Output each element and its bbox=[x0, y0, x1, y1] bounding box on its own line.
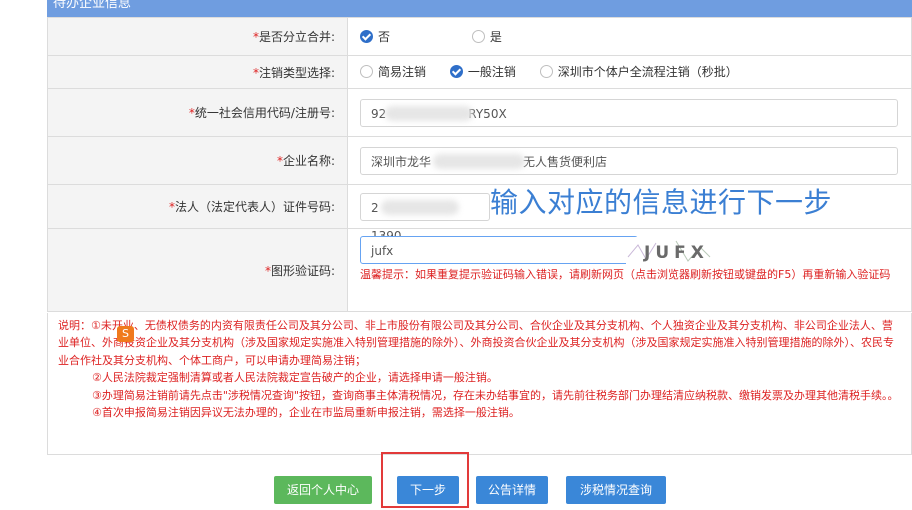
note-paragraph-2: ②人民法院裁定强制清算或者人民法院裁定宣告破产的企业，请选择申请一般注销。 bbox=[92, 371, 498, 385]
company-name-input[interactable]: 深圳市龙华 无人售货便利店 bbox=[360, 146, 898, 175]
note-paragraph-4: ④首次申报简易注销因异议无法办理的，企业在市监局重新申报注销，需选择一般注销。 bbox=[92, 406, 520, 420]
ime-badge-icon: S bbox=[117, 326, 134, 342]
captcha-input[interactable]: jufx bbox=[360, 236, 638, 264]
section-title: 待办企业信息 bbox=[53, 0, 132, 11]
instructions-note: 说明：①未开业、无债权债务的内资有限责任公司及其分公司、非上市股份有限公司及其分… bbox=[47, 313, 912, 455]
credit-code-input[interactable]: 92 RY50X bbox=[360, 98, 898, 127]
split-merge-label: *是否分立合并: bbox=[47, 17, 348, 56]
radio-unchecked-icon bbox=[360, 65, 373, 78]
cancellation-form: *是否分立合并: 否 是 *注销类型选择: 简易注销 一般注销 深圳市个体户全流… bbox=[47, 17, 912, 312]
company-name-label: *企业名称: bbox=[47, 136, 348, 185]
radio-yes[interactable]: 是 bbox=[471, 28, 502, 45]
radio-no[interactable]: 否 bbox=[360, 28, 390, 45]
annotation-text: 输入对应的信息进行下一步 bbox=[490, 186, 833, 219]
captcha-label: *图形验证码: bbox=[47, 228, 348, 312]
captcha-image-text: JUFX bbox=[643, 243, 709, 263]
note-paragraph-3: ③办理简易注销前请先点击"涉税情况查询"按钮，查询商事主体清税情况，存在未办结事… bbox=[92, 388, 899, 402]
radio-checked-icon bbox=[360, 29, 373, 43]
section-header: 待办企业信息 bbox=[47, 0, 912, 17]
radio-general-cancel[interactable]: 一般注销 bbox=[449, 63, 516, 80]
legal-id-label: *法人（法定代表人）证件号码: bbox=[47, 184, 348, 229]
back-to-center-button[interactable]: 返回个人中心 bbox=[274, 476, 372, 504]
radio-shenzhen-individual[interactable]: 深圳市个体户全流程注销（秒批） bbox=[539, 63, 738, 80]
notice-details-button[interactable]: 公告详情 bbox=[476, 476, 548, 504]
captcha-image[interactable]: JUFX bbox=[626, 237, 712, 265]
radio-unchecked-icon bbox=[471, 29, 485, 43]
radio-checked-icon bbox=[449, 65, 463, 78]
captcha-tip: 温馨提示：如果重复提示验证码输入错误，请刷新网页（点击浏览器刷新按钮或键盘的F5… bbox=[360, 268, 891, 281]
legal-id-input[interactable]: 21390 bbox=[360, 192, 490, 243]
cancel-type-label: *注销类型选择: bbox=[47, 55, 348, 89]
note-paragraph-1: 说明：①未开业、无债权债务的内资有限责任公司及其分公司、非上市股份有限公司及其分… bbox=[58, 319, 894, 367]
tax-query-button[interactable]: 涉税情况查询 bbox=[566, 476, 666, 504]
radio-unchecked-icon bbox=[539, 65, 553, 78]
radio-simple-cancel[interactable]: 简易注销 bbox=[360, 63, 426, 80]
next-step-highlight-box bbox=[381, 452, 469, 508]
credit-code-label: *统一社会信用代码/注册号: bbox=[47, 88, 348, 137]
